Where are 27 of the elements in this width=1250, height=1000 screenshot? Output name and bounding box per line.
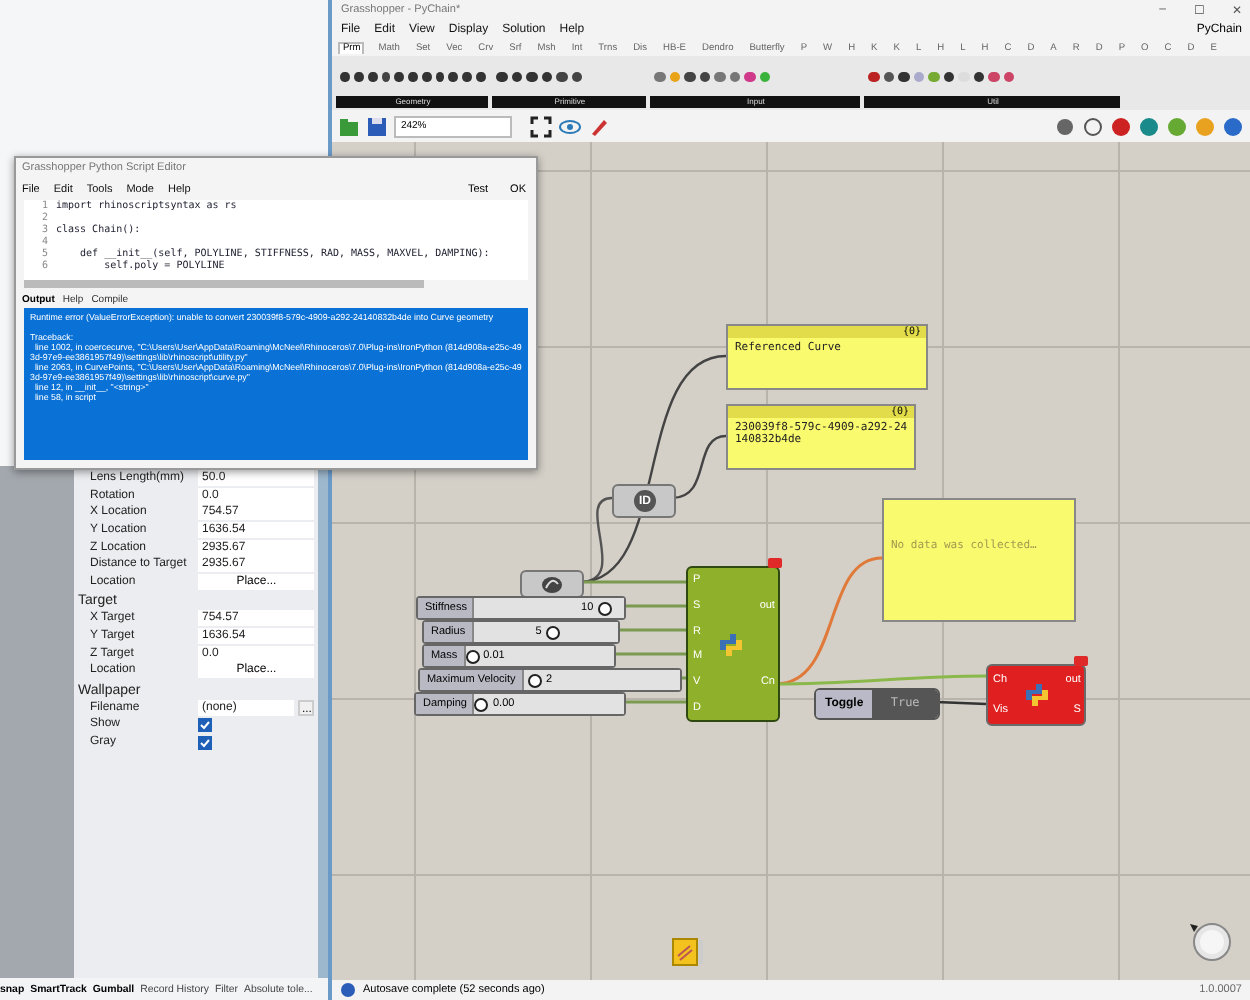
scrollbar[interactable] [24,280,424,288]
checkbox[interactable] [198,735,212,750]
checkbox[interactable] [198,717,212,732]
message-flag-icon[interactable] [768,558,783,568]
wire [616,628,687,632]
folder-icon[interactable] [338,115,361,137]
slider-thumb[interactable] [527,674,542,688]
message-flag-icon[interactable] [1074,656,1089,666]
wire [622,604,687,608]
wire [936,700,987,706]
sticky-note-icon[interactable] [672,938,705,966]
pen-icon[interactable] [588,115,611,137]
wire [612,652,687,656]
slider-thumb[interactable] [545,626,560,640]
save-icon[interactable] [366,115,389,137]
scrollbar[interactable] [318,466,329,978]
python-logo-icon [1023,682,1050,708]
curve-icon [540,575,565,593]
info-icon [340,982,357,998]
navigation-ball-icon[interactable] [1188,918,1233,962]
python-logo-icon [717,631,744,657]
slider-thumb[interactable] [474,698,489,712]
eye-icon[interactable] [558,115,583,137]
wire [622,700,687,704]
slider-thumb[interactable] [597,602,612,616]
curve-parameter[interactable] [520,570,585,598]
zoom-extents-icon[interactable] [530,115,553,137]
